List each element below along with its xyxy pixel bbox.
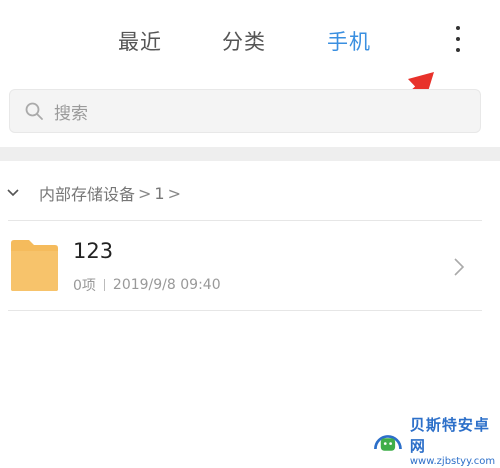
file-meta: 0项 2019/9/8 09:40	[73, 275, 221, 295]
watermark: 贝斯特安卓网 www.zjbstyy.com	[370, 415, 496, 467]
list-item[interactable]: 123 0项 2019/9/8 09:40	[0, 222, 500, 310]
tab-category[interactable]: 分类	[222, 26, 266, 56]
more-dot	[456, 26, 460, 30]
watermark-url: www.zjbstyy.com	[409, 455, 496, 467]
breadcrumb-current[interactable]: 1	[154, 184, 164, 203]
chevron-down-icon[interactable]	[5, 185, 21, 201]
chevron-right-icon	[454, 258, 465, 276]
breadcrumb-root[interactable]: 内部存储设备	[39, 181, 135, 205]
tab-recent[interactable]: 最近	[118, 26, 162, 56]
more-vertical-icon[interactable]	[448, 26, 468, 52]
watermark-title: 贝斯特安卓网	[409, 415, 490, 455]
breadcrumb-separator: >	[138, 183, 152, 203]
search-input[interactable]: 搜索	[9, 89, 481, 133]
folder-icon	[11, 240, 58, 291]
section-divider	[0, 147, 500, 161]
more-dot	[456, 37, 460, 41]
search-placeholder: 搜索	[54, 103, 88, 124]
search-icon	[25, 102, 43, 120]
watermark-logo-icon	[374, 435, 402, 451]
more-dot	[456, 48, 460, 52]
file-name: 123	[73, 239, 114, 263]
meta-separator	[103, 279, 105, 291]
item-count: 0项	[73, 278, 96, 294]
modified-date: 2019/9/8 09:40	[112, 277, 221, 293]
divider	[8, 310, 482, 311]
tab-phone[interactable]: 手机	[327, 26, 371, 56]
divider	[8, 220, 482, 221]
breadcrumb: 内部存储设备 > 1 >	[0, 178, 500, 208]
top-tab-bar: 最近 分类 手机	[0, 22, 500, 62]
breadcrumb-separator: >	[167, 183, 182, 203]
